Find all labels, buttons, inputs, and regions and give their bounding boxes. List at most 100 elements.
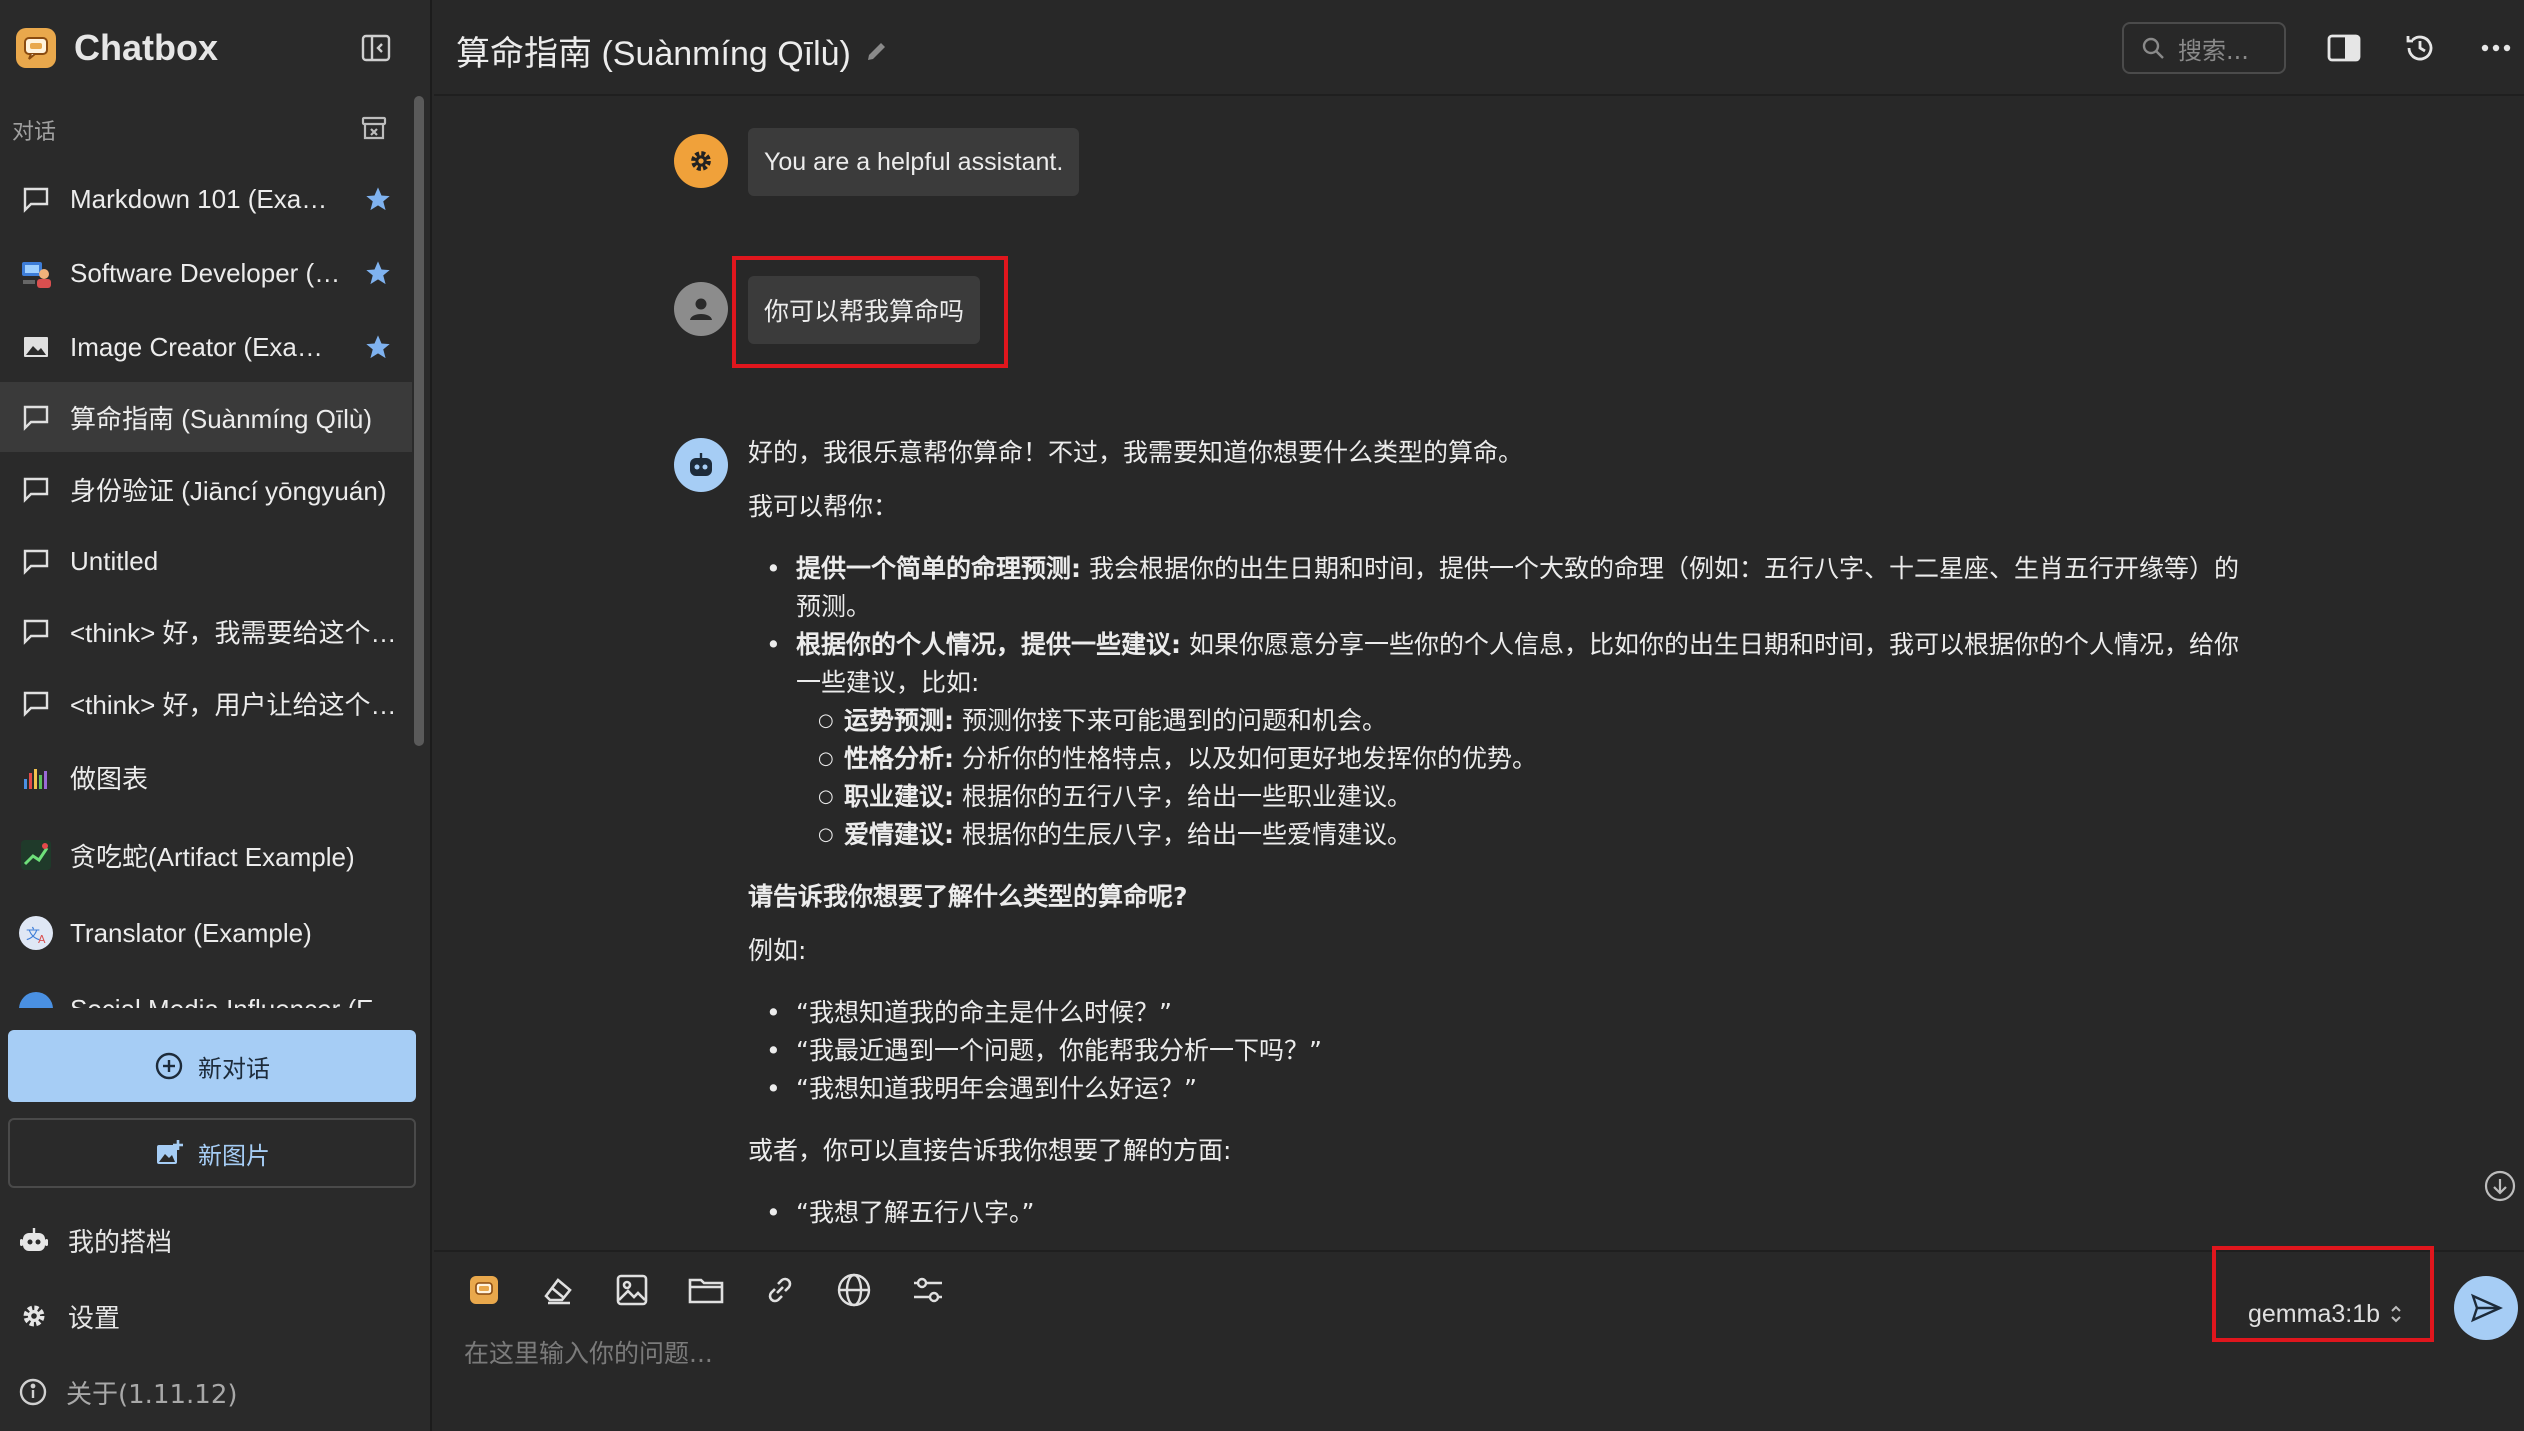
- system-avatar-icon: [674, 134, 728, 188]
- conversation-item[interactable]: 贪吃蛇(Artifact Example): [0, 820, 412, 890]
- chat-header: 算命指南 (Suànmíng Qīlù) 搜索...: [434, 0, 2524, 96]
- star-icon[interactable]: [360, 329, 396, 365]
- link-icon[interactable]: [756, 1266, 804, 1314]
- star-icon[interactable]: [360, 255, 396, 291]
- conversation-item[interactable]: Markdown 101 (Exa…: [0, 164, 412, 234]
- conversation-item-active[interactable]: 算命指南 (Suànmíng Qīlù): [0, 382, 412, 452]
- sidebar-scrollbar[interactable]: [414, 96, 424, 746]
- snake-game-icon: [18, 837, 54, 873]
- scroll-to-bottom-icon[interactable]: [2480, 1166, 2520, 1206]
- reply-question: 请告诉我你想要了解什么类型的算命呢?: [748, 882, 1188, 911]
- settings-sliders-icon[interactable]: [904, 1266, 952, 1314]
- conversation-item[interactable]: 做图表: [0, 742, 412, 812]
- image-upload-icon[interactable]: [608, 1266, 656, 1314]
- reply-options-list: 提供一个简单的命理预测: 我会根据你的出生日期和时间，提供一个大致的命理（例如：…: [748, 550, 2248, 854]
- social-avatar-icon: [18, 991, 54, 1008]
- globe-icon[interactable]: [830, 1266, 878, 1314]
- folder-icon[interactable]: [682, 1266, 730, 1314]
- sidebar: Chatbox 对话 Markdown 101 (Exa… Software D…: [0, 0, 432, 1431]
- chat-bubble-icon: [18, 399, 54, 435]
- conversation-item[interactable]: Software Developer (…: [0, 238, 412, 308]
- edit-pencil-icon[interactable]: [863, 37, 891, 65]
- list-item: 提供一个简单的命理预测: 我会根据你的出生日期和时间，提供一个大致的命理（例如：…: [748, 550, 2248, 626]
- star-icon[interactable]: [360, 181, 396, 217]
- sub-bold: 性格分析:: [844, 744, 954, 773]
- list-item: 根据你的个人情况，提供一些建议: 如果你愿意分享一些你的个人信息，比如你的出生日…: [748, 626, 2248, 854]
- reply-direct-list: “我想了解五行八字。”: [748, 1194, 2524, 1232]
- bullet-bold: 根据你的个人情况，提供一些建议:: [796, 630, 1181, 659]
- robot-icon: [20, 1228, 48, 1251]
- list-item: “我想了解五行八字。”: [748, 1194, 2524, 1232]
- reply-can-help: 我可以帮你：: [748, 492, 899, 521]
- app-title: Chatbox: [74, 27, 218, 68]
- plus-circle-icon: [155, 1052, 183, 1080]
- model-selector[interactable]: gemma3:1b: [2248, 1290, 2404, 1338]
- settings-link[interactable]: 设置: [18, 1288, 120, 1344]
- chat-title-text: 算命指南 (Suànmíng Qīlù): [456, 35, 851, 73]
- list-item: “我想知道我的命主是什么时候？”: [748, 994, 2524, 1032]
- my-copilots-link[interactable]: 我的搭档: [18, 1212, 172, 1268]
- reply-or-text: 或者，你可以直接告诉我你想要了解的方面:: [748, 1136, 1232, 1165]
- chatbox-logo-icon: [16, 28, 56, 68]
- new-image-label: 新图片: [198, 1141, 270, 1170]
- model-name: gemma3:1b: [2248, 1299, 2381, 1328]
- developer-avatar-icon: [18, 255, 54, 291]
- conversation-label: 贪吃蛇(Artifact Example): [70, 841, 355, 872]
- new-chat-label: 新对话: [198, 1054, 270, 1083]
- conversation-item[interactable]: Social Media Influencer (E…: [0, 974, 412, 1008]
- conversation-item[interactable]: Image Creator (Exa…: [0, 312, 412, 382]
- search-input[interactable]: 搜索...: [2122, 22, 2286, 74]
- conversation-label: Translator (Example): [70, 917, 312, 948]
- conversation-item[interactable]: <think> 好，用户让给这个…: [0, 668, 412, 738]
- new-chat-button[interactable]: 新对话: [8, 1030, 416, 1102]
- conversation-label: 算命指南 (Suànmíng Qīlù): [70, 403, 372, 434]
- translator-avatar-icon: 文A: [18, 915, 54, 951]
- copilot-picker-icon[interactable]: [460, 1266, 508, 1314]
- user-message-highlight: [732, 256, 1008, 368]
- assistant-message: 好的，我很乐意帮你算命！不过，我需要知道你想要什么类型的算命。 我可以帮你： 提…: [748, 438, 2524, 1232]
- more-options-icon[interactable]: [2474, 26, 2518, 70]
- conversations-section-label: 对话: [12, 120, 57, 145]
- list-item: 性格分析: 分析你的性格特点，以及如何更好地发挥你的优势。: [796, 740, 2248, 778]
- chat-bubble-icon: [18, 471, 54, 507]
- image-icon: [18, 329, 54, 365]
- collapse-sidebar-icon[interactable]: [356, 28, 396, 68]
- conversation-label: Untitled: [70, 545, 159, 576]
- reply-example-label: 例如:: [748, 936, 807, 965]
- list-item: “我最近遇到一个问题，你能帮我分析一下吗？”: [748, 1032, 2524, 1070]
- split-view-icon[interactable]: [2322, 26, 2366, 70]
- conversation-label: Markdown 101 (Exa…: [70, 183, 328, 214]
- chart-icon: [18, 759, 54, 795]
- conversation-list: Markdown 101 (Exa… Software Developer (……: [0, 160, 412, 1008]
- history-icon[interactable]: [2398, 26, 2442, 70]
- conversation-item[interactable]: Untitled: [0, 526, 412, 596]
- list-item: 职业建议: 根据你的五行八字，给出一些职业建议。: [796, 778, 2248, 816]
- eraser-icon[interactable]: [534, 1266, 582, 1314]
- search-placeholder: 搜索...: [2178, 36, 2249, 65]
- svg-text:A: A: [38, 933, 46, 946]
- sub-text: 预测你接下来可能遇到的问题和机会。: [954, 706, 1387, 735]
- gear-icon: [23, 1305, 45, 1327]
- conversation-item[interactable]: <think> 好，我需要给这个…: [0, 596, 412, 666]
- conversation-item[interactable]: 文A Translator (Example): [0, 898, 412, 968]
- about-label: 关于(1.11.12): [66, 1379, 238, 1410]
- new-image-button[interactable]: 新图片: [8, 1118, 416, 1188]
- reply-intro: 好的，我很乐意帮你算命！不过，我需要知道你想要什么类型的算命。: [748, 438, 1524, 467]
- clear-conversations-icon[interactable]: [356, 110, 392, 146]
- sub-bold: 爱情建议:: [844, 820, 954, 849]
- settings-label: 设置: [68, 1303, 121, 1334]
- system-message: You are a helpful assistant.: [748, 128, 1080, 196]
- assistant-avatar-icon: [674, 438, 728, 492]
- reply-examples-list: “我想知道我的命主是什么时候？” “我最近遇到一个问题，你能帮我分析一下吗？” …: [748, 994, 2524, 1108]
- sub-bold: 职业建议:: [844, 782, 954, 811]
- conversation-label: <think> 好，我需要给这个…: [70, 617, 397, 648]
- composer: 在这里输入你的问题... gemma3:1b: [434, 1246, 2524, 1431]
- add-image-icon: [157, 1140, 183, 1164]
- about-link[interactable]: 关于(1.11.12): [18, 1364, 238, 1420]
- message-input[interactable]: 在这里输入你的问题...: [464, 1334, 713, 1370]
- bullet-bold: 提供一个简单的命理预测:: [796, 554, 1081, 583]
- send-button[interactable]: [2454, 1276, 2518, 1340]
- conversation-item[interactable]: 身份验证 (Jiāncí yōngyuán): [0, 454, 412, 524]
- updown-chevron-icon: [2391, 1305, 2401, 1323]
- reply-sublist: 运势预测: 预测你接下来可能遇到的问题和机会。 性格分析: 分析你的性格特点，以…: [796, 702, 2248, 854]
